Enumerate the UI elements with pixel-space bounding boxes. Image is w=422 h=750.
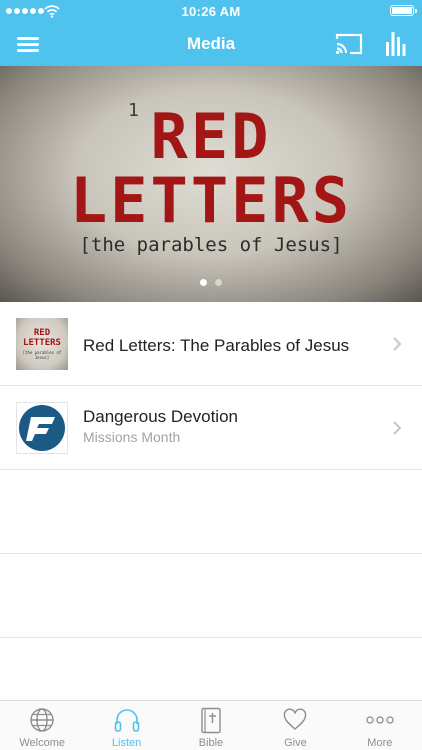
tab-label: Bible [198,737,224,749]
status-bar: 10:26 AM [0,0,422,22]
app-header: 10:26 AM Media [0,0,422,66]
tab-bible[interactable]: Bible [169,701,253,750]
church-logo-icon [16,402,68,454]
series-title-line1: RED [150,100,272,173]
series-title-line2: LETTERS [69,164,353,237]
tab-more[interactable]: More [338,701,422,750]
globe-icon [30,708,54,732]
tab-give[interactable]: Give [253,701,337,750]
media-list: RED LETTERS [the parables of Jesus] Red … [0,302,422,638]
series-subtitle: [the parables of Jesus] [79,234,343,256]
tab-label: Give [284,737,307,749]
tab-label: More [367,737,393,749]
empty-row [0,470,422,554]
nav-bar: Media [0,22,422,66]
tab-label: Listen [111,737,142,749]
media-item-dangerous-devotion[interactable]: Dangerous Devotion Missions Month [0,386,422,470]
page-dot-2[interactable] [215,279,222,286]
banner-page-indicator[interactable] [0,279,422,286]
media-item-title: Red Letters: The Parables of Jesus [83,336,350,355]
empty-row [0,554,422,638]
chevron-right-icon [393,337,402,351]
battery-icon [390,5,417,16]
thumbnail-title: RED LETTERS [23,328,61,348]
series-banner[interactable]: 1 RED LETTERS [the parables of Jesus] [0,66,422,302]
audio-bars-icon[interactable] [380,30,410,58]
bible-icon [201,707,221,734]
media-item-red-letters[interactable]: RED LETTERS [the parables of Jesus] Red … [0,302,422,386]
heart-icon [284,708,307,730]
headphones-icon [114,709,139,732]
red-letters-thumbnail: RED LETTERS [the parables of Jesus] [16,318,68,370]
tab-label: Welcome [19,737,66,749]
page-dot-1[interactable] [200,279,207,286]
media-item-title: Dangerous Devotion [83,407,238,426]
status-time: 10:26 AM [181,4,241,19]
media-item-subtitle: Missions Month [83,429,181,445]
tab-bar: Welcome Listen Bible Give More [0,700,422,750]
tab-welcome[interactable]: Welcome [0,701,84,750]
chevron-right-icon [393,421,402,435]
tab-listen[interactable]: Listen [84,701,168,750]
cast-icon[interactable] [333,31,365,57]
thumbnail-subtitle: [the parables of Jesus] [22,350,62,360]
more-dots-icon [366,716,394,724]
